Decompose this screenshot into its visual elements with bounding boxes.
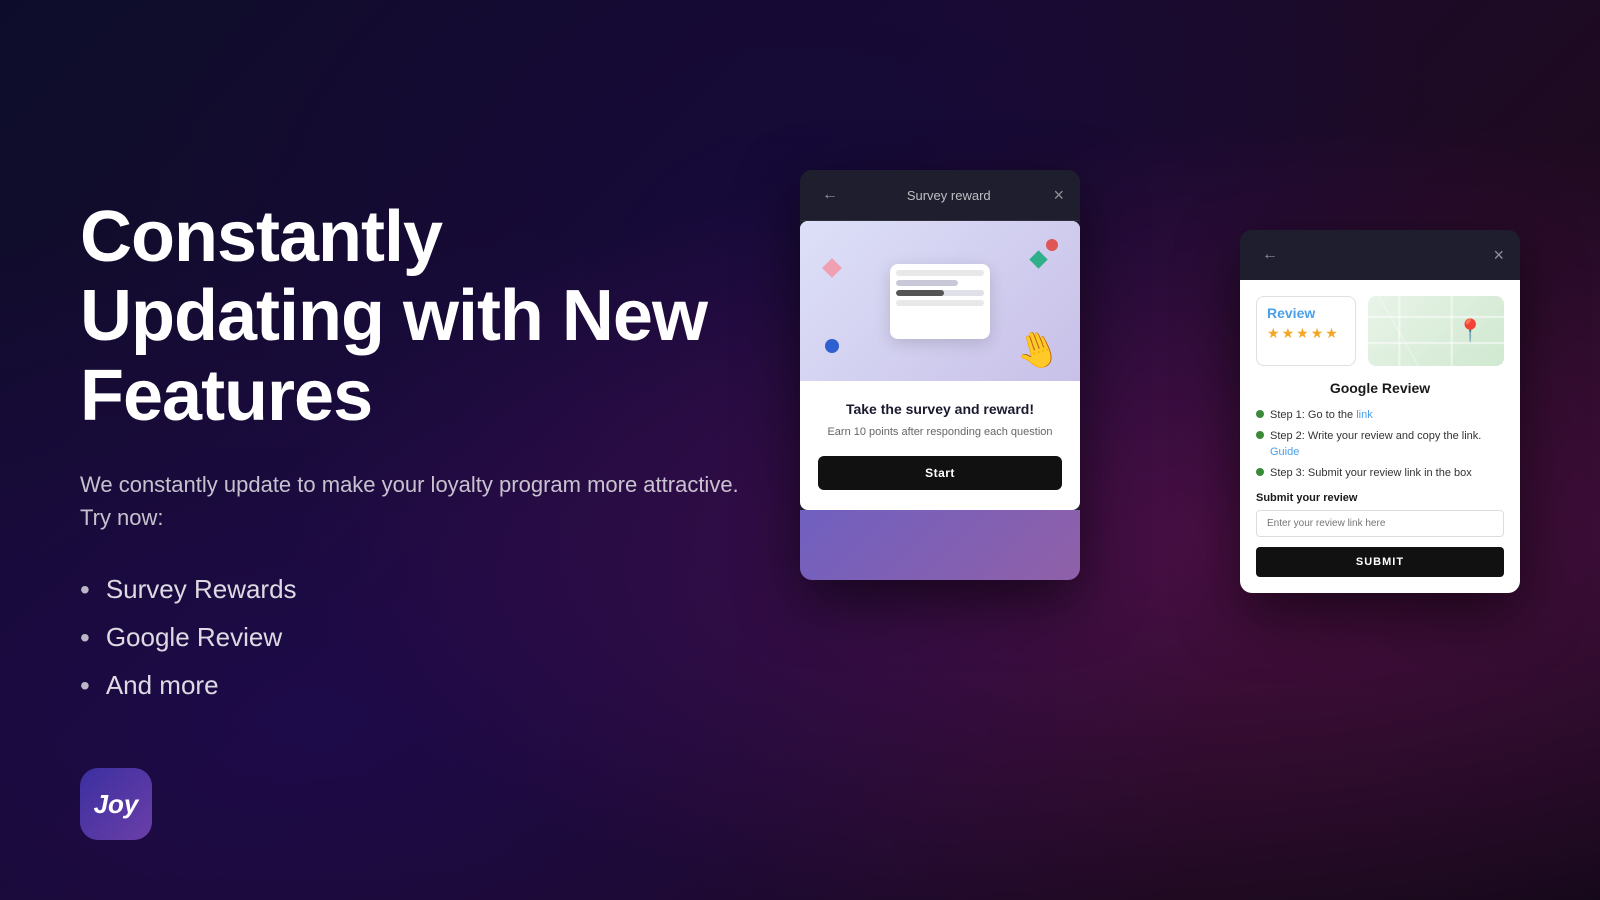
review-submit-button[interactable]: SUBMIT [1256,547,1504,577]
decoration-red-dot [1046,239,1058,251]
review-step-3: Step 3: Submit your review link in the b… [1256,466,1504,481]
survey-reward-modal: ← Survey reward × [800,170,1080,580]
survey-modal-header: ← Survey reward × [800,170,1080,221]
illus-line-1 [896,270,984,276]
app-logo: Joy [80,768,152,840]
hero-subtitle: We constantly update to make your loyalt… [80,468,760,534]
illus-progress-bar [896,290,984,296]
step-dot-2 [1256,431,1264,439]
logo-text: Joy [94,789,139,820]
submit-review-label: Submit your review [1256,492,1504,504]
step-dot-1 [1256,410,1264,418]
star-5: ★ [1325,325,1338,342]
review-step-1: Step 1: Go to the link [1256,408,1504,423]
survey-footer [800,510,1080,580]
review-card: Review ★ ★ ★ ★ ★ [1240,280,1520,593]
survey-card-title: Take the survey and reward! [818,401,1062,417]
star-3: ★ [1296,325,1309,342]
list-item: Google Review [80,622,760,654]
survey-illustration: 🤚 [800,221,1080,381]
survey-start-button[interactable]: Start [818,456,1062,490]
star-rating: ★ ★ ★ ★ ★ [1267,325,1345,342]
step-dot-3 [1256,468,1264,476]
device-illustration [890,264,990,339]
survey-modal-title: Survey reward [844,188,1053,203]
star-2: ★ [1282,325,1295,342]
review-rating-card: Review ★ ★ ★ ★ ★ [1256,296,1356,366]
list-item-label: Google Review [106,622,282,653]
review-step-2: Step 2: Write your review and copy the l… [1256,429,1504,460]
illus-line-3 [896,300,984,306]
review-link-input[interactable] [1256,510,1504,537]
hero-title: Constantly Updating with New Features [80,198,760,436]
survey-card-description: Earn 10 points after responding each que… [818,425,1062,440]
step-1-text: Step 1: Go to the link [1270,408,1373,423]
list-item: And more [80,670,760,702]
google-review-modal: ← × Review ★ ★ ★ ★ ★ [1240,230,1520,593]
step-2-text: Step 2: Write your review and copy the l… [1270,429,1504,460]
step-2-link[interactable]: Guide [1270,446,1299,458]
feature-list: Survey Rewards Google Review And more [80,574,760,702]
survey-card: 🤚 Take the survey and reward! Earn 10 po… [800,221,1080,510]
map-pin-icon: 📍 [1457,318,1484,344]
decoration-blue-dot [825,339,839,353]
star-4: ★ [1311,325,1324,342]
map-preview: 📍 [1368,296,1504,366]
survey-close-button[interactable]: × [1053,185,1064,206]
survey-body: Take the survey and reward! Earn 10 poin… [800,381,1080,510]
mockups-section: ← Survey reward × [760,150,1520,750]
star-1: ★ [1267,325,1280,342]
review-close-button[interactable]: × [1493,245,1504,266]
step-1-link[interactable]: link [1356,409,1373,421]
step-3-text: Step 3: Submit your review link in the b… [1270,466,1472,481]
list-item-label: Survey Rewards [106,574,297,605]
review-label-text: Review [1267,305,1345,321]
logo-container: Joy [80,768,152,840]
list-item-label: And more [106,670,219,701]
survey-back-button[interactable]: ← [816,184,844,206]
hero-section: Constantly Updating with New Features We… [80,198,760,702]
review-card-title: Google Review [1256,380,1504,396]
illus-progress-fill [896,290,944,296]
list-item: Survey Rewards [80,574,760,606]
illus-line-2 [896,280,958,286]
review-illustration: Review ★ ★ ★ ★ ★ [1256,296,1504,366]
review-modal-header: ← × [1240,230,1520,280]
review-back-button[interactable]: ← [1256,244,1284,266]
